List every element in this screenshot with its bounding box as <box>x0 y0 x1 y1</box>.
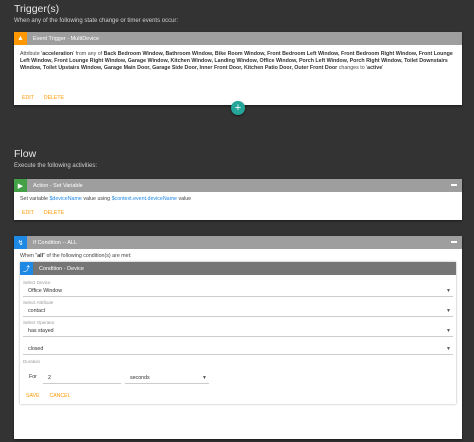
desc-text: ' <box>382 65 384 72</box>
desc-text: value <box>176 196 192 202</box>
edit-action-button[interactable]: EDIT <box>22 210 34 216</box>
device-icon: ⤴ <box>20 262 33 276</box>
attribute-select-value: contact <box>28 307 46 314</box>
attribute-value: active <box>367 65 383 72</box>
edit-trigger-button[interactable]: EDIT <box>22 95 34 101</box>
save-condition-button[interactable]: SAVE <box>26 393 39 399</box>
collapse-icon[interactable] <box>451 184 457 186</box>
chevron-down-icon: ▼ <box>446 307 451 314</box>
play-icon: ▶ <box>14 179 27 192</box>
chevron-down-icon: ▼ <box>446 287 451 294</box>
event-trigger-description: Attribute 'acceleration' from any of Bac… <box>14 45 462 91</box>
action-card: ▶ Action - Set Variable Set variable $de… <box>14 179 462 221</box>
intro-text: When " <box>20 253 38 259</box>
chevron-down-icon: ▼ <box>446 345 451 352</box>
duration-unit-value: seconds <box>129 374 150 381</box>
duration-unit-select[interactable]: seconds ▼ <box>124 372 209 385</box>
expression-value: $context.event.deviceName <box>111 196 177 202</box>
flow-title: Flow <box>14 148 37 160</box>
cancel-condition-button[interactable]: CANCEL <box>49 393 70 399</box>
event-trigger-card: ▲ Event Trigger - MultiDevice Attribute … <box>14 32 462 105</box>
triggers-title: Trigger(s) <box>14 3 60 15</box>
if-condition-title: If Condition -- ALL <box>33 239 78 246</box>
condition-device-header[interactable]: ⤴ Condition - Device <box>20 262 456 276</box>
if-condition-card: ↯ If Condition -- ALL When "all" of the … <box>14 236 462 439</box>
duration-input[interactable]: 2 <box>42 372 121 385</box>
operator-select-value: has stayed <box>28 327 54 334</box>
chevron-down-icon: ▼ <box>446 327 451 334</box>
action-header[interactable]: ▶ Action - Set Variable <box>14 179 462 192</box>
event-trigger-title: Event Trigger - MultiDevice <box>33 35 100 42</box>
desc-text: ' from any of <box>73 51 104 57</box>
attribute-select[interactable]: contact ▼ <box>23 305 453 318</box>
condition-device-title: Condition - Device <box>39 265 84 272</box>
operator-select[interactable]: has stayed ▼ <box>23 325 453 338</box>
device-select[interactable]: Office Window ▼ <box>23 285 453 298</box>
triggers-subtitle: When any of the following state change o… <box>14 18 179 24</box>
duration-label: Duration <box>23 359 41 365</box>
variable-name: $deviceName <box>49 196 82 202</box>
branch-icon: ↯ <box>14 236 27 249</box>
action-title: Action - Set Variable <box>33 182 83 189</box>
desc-text: Attribute ' <box>20 51 43 57</box>
event-trigger-header[interactable]: ▲ Event Trigger - MultiDevice <box>14 32 462 45</box>
intro-text: " of the following condition(s) are met: <box>43 253 132 259</box>
flow-subtitle: Execute the following activities: <box>14 163 98 169</box>
bell-icon: ▲ <box>14 32 27 45</box>
attribute-name: acceleration <box>42 51 74 57</box>
device-select-value: Office Window <box>28 287 63 294</box>
chevron-down-icon: ▼ <box>202 374 207 381</box>
desc-text: changes to ' <box>337 65 368 72</box>
delete-action-button[interactable]: DELETE <box>44 210 64 216</box>
state-select-value: closed <box>28 345 44 352</box>
add-trigger-button[interactable]: + <box>231 101 245 115</box>
state-select[interactable]: closed ▼ <box>23 343 453 356</box>
for-label: For <box>29 374 37 381</box>
action-description: Set variable $deviceName value using $co… <box>14 192 462 207</box>
collapse-icon[interactable] <box>451 241 457 243</box>
desc-text: Set variable <box>20 196 50 202</box>
if-condition-intro: When "all" of the following condition(s)… <box>14 249 462 262</box>
duration-input-value: 2 <box>47 374 51 381</box>
condition-device-card: ⤴ Condition - Device Select Device Offic… <box>20 262 456 405</box>
desc-text: value using <box>81 196 112 202</box>
delete-trigger-button[interactable]: DELETE <box>44 95 64 101</box>
if-condition-header[interactable]: ↯ If Condition -- ALL <box>14 236 462 249</box>
